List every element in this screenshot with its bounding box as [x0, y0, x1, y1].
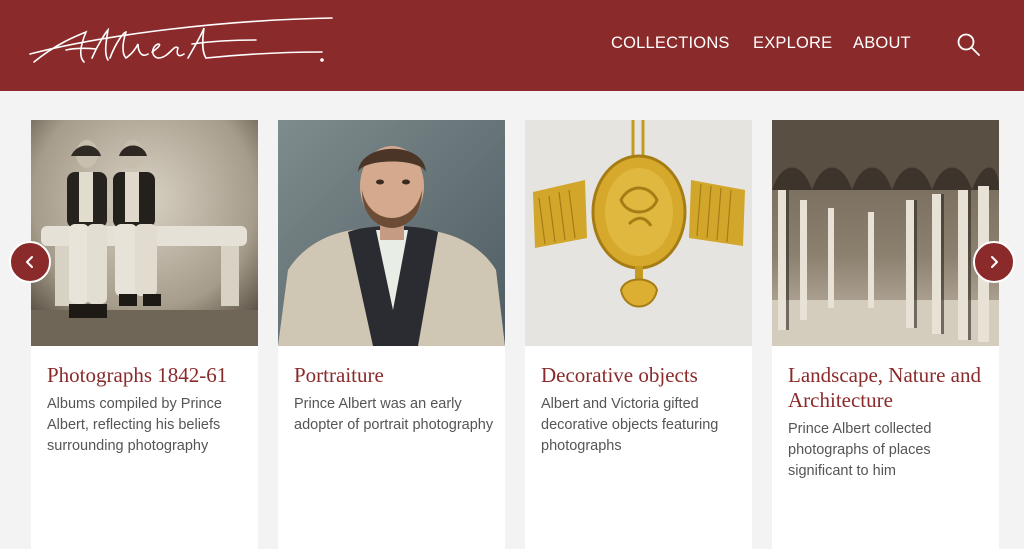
albert-signature-logo[interactable] [26, 14, 336, 74]
site-header: COLLECTIONS EXPLORE ABOUT [0, 0, 1024, 91]
nav-explore[interactable]: EXPLORE [753, 34, 832, 53]
search-icon[interactable] [954, 31, 982, 59]
collection-card-decorative-objects[interactable]: Decorative objects Albert and Victoria g… [525, 120, 752, 549]
card-title[interactable]: Photographs 1842-61 [47, 363, 247, 388]
card-description: Albums compiled by Prince Albert, reflec… [47, 396, 222, 454]
card-image-landscape[interactable] [772, 120, 999, 346]
card-image-portraiture[interactable] [278, 120, 505, 346]
card-description: Albert and Victoria gifted decorative ob… [541, 396, 719, 454]
collection-card-portraiture[interactable]: Portraiture Prince Albert was an early a… [278, 120, 505, 549]
card-description: Prince Albert was an early adopter of po… [294, 396, 494, 433]
collection-card-landscape[interactable]: Landscape, Nature and Architecture Princ… [772, 120, 999, 549]
card-description: Prince Albert collected photographs of p… [788, 421, 932, 479]
nav-about[interactable]: ABOUT [853, 34, 911, 53]
card-title[interactable]: Decorative objects [541, 363, 741, 388]
card-image-photographs[interactable] [31, 120, 258, 346]
card-title[interactable]: Portraiture [294, 363, 494, 388]
chevron-right-icon [991, 256, 998, 268]
carousel-prev-button[interactable] [9, 241, 51, 283]
card-title[interactable]: Landscape, Nature and Architecture [788, 363, 988, 413]
collection-card-photographs[interactable]: Photographs 1842-61 Albums compiled by P… [31, 120, 258, 549]
card-image-decorative-objects[interactable] [525, 120, 752, 346]
carousel-next-button[interactable] [973, 241, 1015, 283]
chevron-left-icon [26, 256, 33, 268]
nav-collections[interactable]: COLLECTIONS [611, 34, 730, 53]
